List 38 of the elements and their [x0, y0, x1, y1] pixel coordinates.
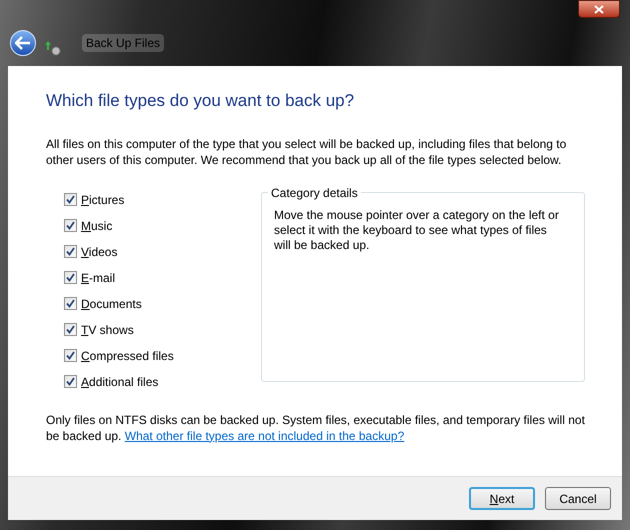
checkmark-icon — [66, 273, 75, 282]
checkbox-label: Videos — [81, 244, 118, 260]
close-button[interactable] — [578, 0, 620, 18]
checkbox[interactable] — [64, 271, 77, 284]
checkbox[interactable] — [64, 297, 77, 310]
checkbox[interactable] — [64, 245, 77, 258]
note-text: Only files on NTFS disks can be backed up. System files, executable files, and temporary files will not be backed up. What other file types are not included in the backup? — [46, 412, 586, 444]
help-link[interactable]: What other file types are not included in the backup? — [124, 428, 404, 442]
window-title: Back Up Files — [82, 34, 164, 52]
checkbox-label: Additional files — [81, 374, 158, 390]
checkbox-label: E-mail — [81, 270, 116, 286]
checkbox-label: Documents — [81, 296, 142, 312]
page-heading: Which file types do you want to back up? — [46, 90, 356, 112]
checkmark-icon — [66, 351, 75, 360]
backup-icon — [44, 40, 62, 56]
checkmark-icon — [66, 221, 75, 230]
dialog-button[interactable]: Cancel — [545, 487, 611, 510]
back-button[interactable] — [10, 30, 36, 56]
checkmark-icon — [66, 195, 75, 204]
checkbox[interactable] — [64, 193, 77, 206]
back-arrow-icon — [15, 36, 31, 50]
close-icon — [594, 4, 604, 14]
checkmark-icon — [66, 377, 75, 386]
dialog-button[interactable]: Next — [469, 487, 535, 510]
checkmark-icon — [66, 325, 75, 334]
checkbox-label: Pictures — [81, 192, 124, 208]
checkbox[interactable] — [64, 323, 77, 336]
checkbox[interactable] — [64, 349, 77, 362]
checkbox-label: Music — [81, 218, 112, 234]
intro-text: All files on this computer of the type that you select will be backed up, including files that belong to other users of this computer. We recommend that you back up all of the file types selected below. — [46, 136, 568, 168]
checkmark-icon — [66, 299, 75, 308]
checkbox[interactable] — [64, 375, 77, 388]
details-text: Move the mouse pointer over a category on the left or select it with the keyboard to see what types of files will be backed up. — [274, 208, 560, 252]
checkbox-label: TV shows — [81, 322, 134, 338]
panel-title: Category details — [270, 184, 359, 202]
checkmark-icon — [66, 247, 75, 256]
checkbox-label: Compressed files — [81, 348, 174, 364]
checkbox[interactable] — [64, 219, 77, 232]
